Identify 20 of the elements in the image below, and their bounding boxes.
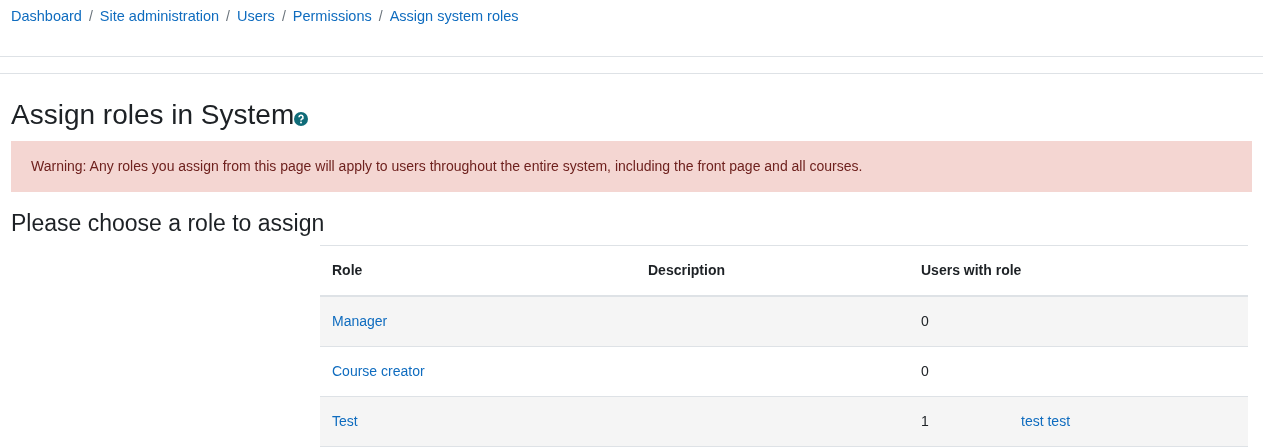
breadcrumb-separator: / — [226, 8, 230, 24]
breadcrumb-separator: / — [281, 8, 286, 24]
breadcrumb-link[interactable]: Permissions — [292, 8, 372, 24]
warning-alert: Warning: Any roles you assign from this page will apply to users throughout the entire system, including the front page and all courses. — [11, 140, 1252, 192]
user-count: 0 — [921, 312, 930, 332]
breadcrumb-link[interactable]: Site administration — [99, 8, 220, 24]
role-link[interactable]: Course creator — [332, 363, 425, 380]
section-heading: Please choose a role to assign — [11, 209, 326, 238]
user-count: 1 — [921, 412, 930, 432]
breadcrumb-link[interactable]: Dashboard — [11, 8, 82, 24]
page-heading: Assign roles in System — [11, 98, 295, 132]
breadcrumb-link[interactable]: Users — [237, 8, 275, 24]
breadcrumb-link[interactable]: Assign system roles — [389, 8, 519, 24]
role-link[interactable]: Manager — [332, 313, 388, 330]
role-link[interactable]: Test — [332, 413, 358, 430]
user-count: 0 — [921, 362, 930, 382]
user-link[interactable]: test test — [1021, 411, 1071, 433]
breadcrumb-separator: / — [378, 8, 383, 24]
help-icon[interactable] — [294, 111, 309, 126]
breadcrumb-separator: / — [88, 8, 93, 24]
